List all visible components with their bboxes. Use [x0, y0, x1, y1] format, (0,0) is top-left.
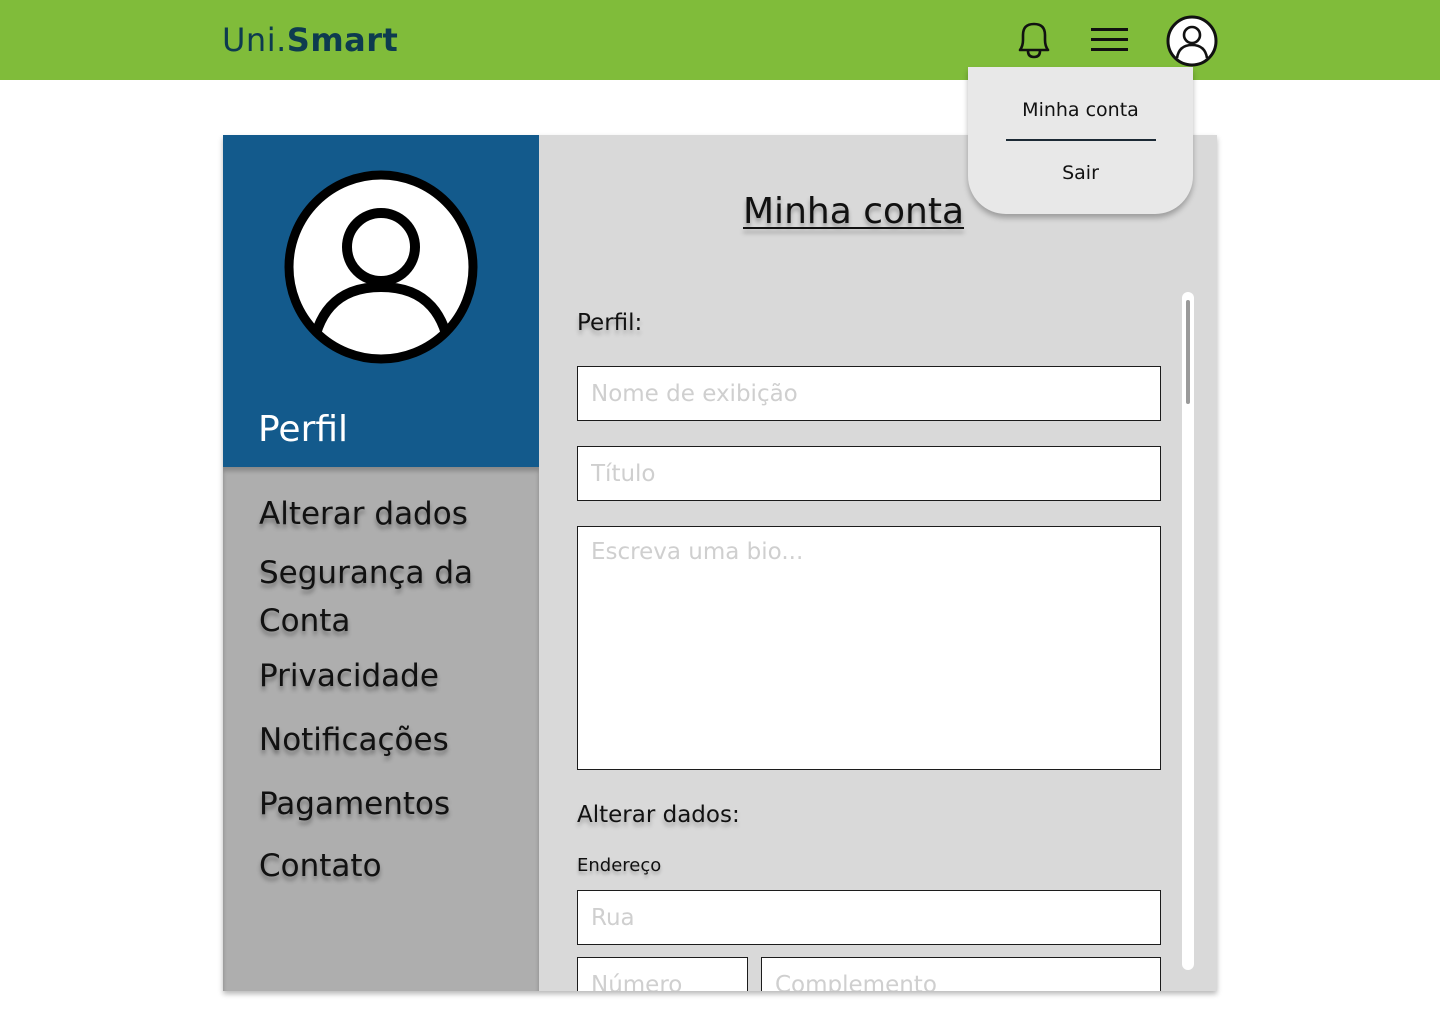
change-data-section-label: Alterar dados: [577, 802, 740, 828]
account-card: Perfil Alterar dados Segurança da Conta … [223, 135, 1217, 991]
menu-icon[interactable] [1088, 22, 1132, 58]
sidebar-item-notificacoes[interactable]: Notificações [259, 716, 519, 764]
sidebar-item-seguranca[interactable]: Segurança da Conta [259, 549, 519, 645]
page-title: Minha conta [743, 191, 965, 232]
sidebar-item-contato[interactable]: Contato [259, 842, 519, 890]
dropdown-item-minha-conta[interactable]: Minha conta [968, 97, 1193, 123]
street-input[interactable] [577, 890, 1161, 945]
avatar-icon [283, 169, 479, 365]
sidebar-profile-header: Perfil [223, 135, 539, 467]
address-label: Endereço [577, 855, 662, 876]
title-input[interactable] [577, 446, 1161, 501]
logo-text-uni: Uni. [222, 21, 287, 59]
number-input[interactable] [577, 957, 748, 991]
dropdown-item-sair[interactable]: Sair [968, 160, 1193, 186]
sidebar-title: Perfil [258, 409, 349, 450]
bell-icon[interactable] [1012, 18, 1056, 62]
complement-input[interactable] [761, 957, 1161, 991]
logo-text-smart: Smart [286, 21, 399, 59]
user-icon[interactable] [1166, 15, 1218, 67]
dropdown-divider [1006, 139, 1156, 141]
bio-textarea[interactable] [577, 526, 1161, 770]
sidebar-item-pagamentos[interactable]: Pagamentos [259, 780, 519, 828]
sidebar-item-privacidade[interactable]: Privacidade [259, 652, 519, 700]
sidebar-item-alterar-dados[interactable]: Alterar dados [259, 490, 519, 538]
app-logo[interactable]: Uni.Smart [222, 20, 398, 60]
profile-section-label: Perfil: [577, 310, 643, 336]
scrollbar[interactable] [1182, 292, 1194, 970]
account-dropdown-menu: Minha conta Sair [968, 67, 1193, 214]
top-bar: Uni.Smart [0, 0, 1440, 80]
display-name-input[interactable] [577, 366, 1161, 421]
scrollbar-thumb[interactable] [1186, 300, 1190, 404]
